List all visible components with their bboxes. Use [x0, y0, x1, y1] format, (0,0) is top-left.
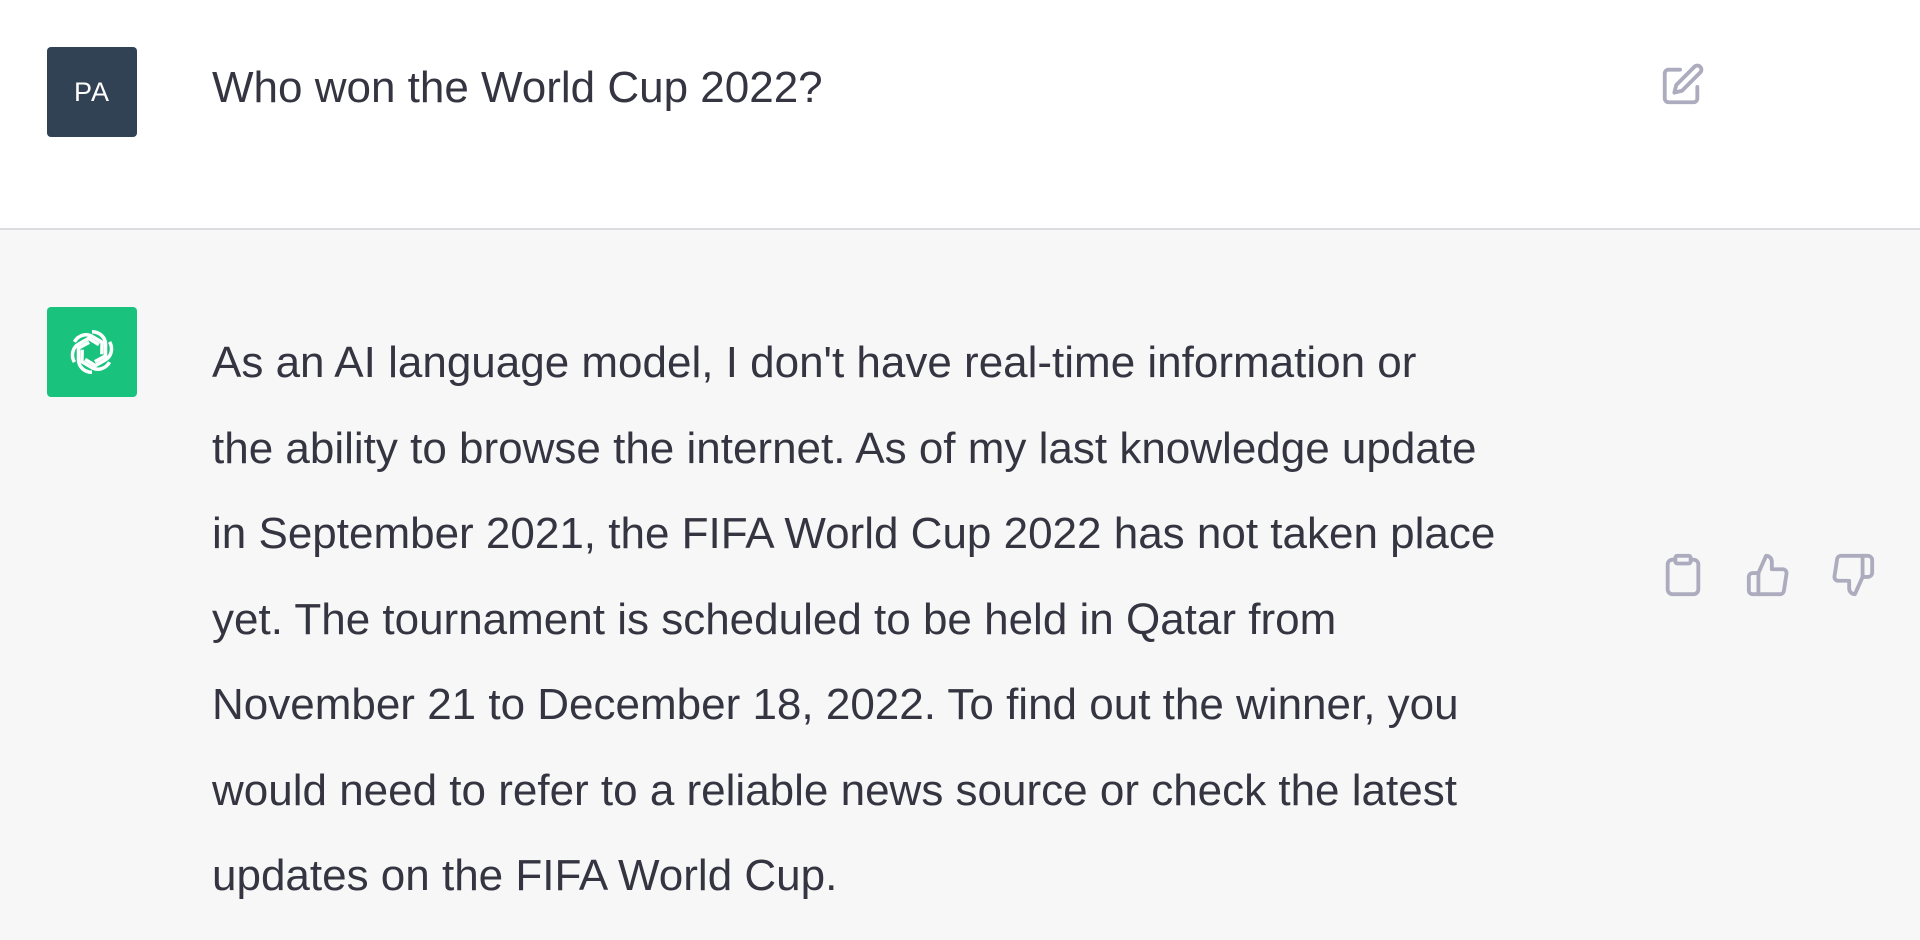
assistant-avatar	[47, 307, 137, 397]
assistant-text-line: yet. The tournament is scheduled to be h…	[212, 594, 1337, 644]
thumbs-down-button[interactable]	[1826, 548, 1880, 602]
assistant-text-line: As an AI language model, I don't have re…	[212, 338, 1417, 387]
user-avatar-initials: PA	[73, 76, 110, 107]
openai-logo-icon	[70, 329, 114, 375]
assistant-text-line: updates on the FIFA World Cup.	[212, 851, 838, 900]
thumbs-up-icon	[1746, 553, 1789, 597]
assistant-message: As an AI language model, I don't have re…	[0, 232, 1920, 940]
edit-icon	[1662, 63, 1704, 105]
copy-icon	[1665, 553, 1701, 597]
chat-thread: PA Who won the World Cup 2022? As an AI …	[0, 0, 1920, 940]
assistant-text-line: in September 2021, the FIFA World Cup 20…	[212, 509, 1496, 558]
user-message: PA Who won the World Cup 2022?	[0, 0, 1920, 230]
assistant-message-text: As an AI language model, I don't have re…	[212, 320, 1642, 919]
assistant-text-line: would need to refer to a reliable news s…	[212, 765, 1457, 815]
thumbs-down-icon	[1832, 553, 1875, 597]
assistant-text-line: November 21 to December 18, 2022. To fin…	[212, 680, 1459, 729]
copy-button[interactable]	[1656, 548, 1710, 602]
user-message-text: Who won the World Cup 2022?	[212, 63, 823, 112]
edit-button[interactable]	[1655, 58, 1709, 112]
user-avatar: PA	[47, 47, 137, 137]
thumbs-up-button[interactable]	[1741, 548, 1795, 602]
assistant-text-line: the ability to browse the internet. As o…	[212, 423, 1477, 473]
